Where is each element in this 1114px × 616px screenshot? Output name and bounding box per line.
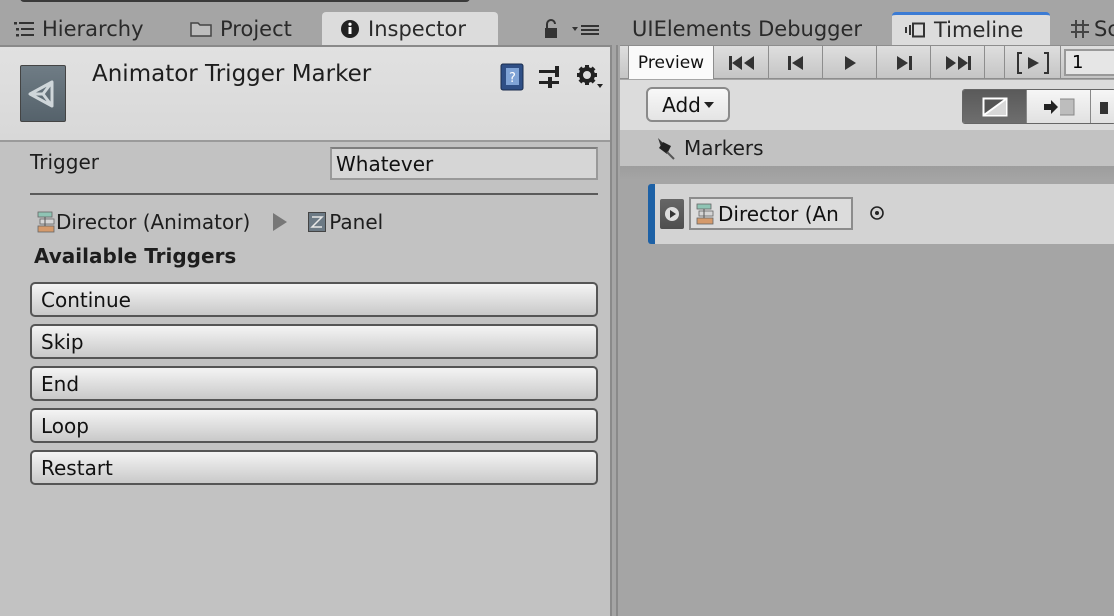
ripple-edit-icon <box>1043 98 1074 115</box>
trigger-button-end[interactable]: End <box>30 366 598 401</box>
pin-icon <box>654 136 676 160</box>
lock-toggle[interactable] <box>1091 90 1114 123</box>
markers-label: Markers <box>684 136 764 160</box>
arrow-right-icon <box>272 212 288 232</box>
track-binding-label: Director (An <box>718 201 839 226</box>
lock-small-icon <box>1100 101 1108 114</box>
add-label: Add <box>662 92 701 117</box>
trigger-button-continue[interactable]: Continue <box>30 282 598 317</box>
timeline-toolbar: Preview <box>620 45 1114 79</box>
trigger-button-restart[interactable]: Restart <box>30 450 598 485</box>
curves-toggle[interactable] <box>963 90 1027 123</box>
ripple-toggle[interactable] <box>1027 90 1091 123</box>
info-icon <box>340 19 360 39</box>
trigger-label: Trigger <box>30 150 99 174</box>
inspector-title: Animator Trigger Marker <box>92 61 372 87</box>
play-circle-icon <box>665 207 679 221</box>
animation-state-icon <box>308 212 327 232</box>
tab-label: Sc <box>1094 16 1114 41</box>
go-to-start-button[interactable] <box>715 46 769 79</box>
preview-toggle[interactable]: Preview <box>628 46 714 79</box>
available-triggers-heading: Available Triggers <box>34 244 237 268</box>
tab-project[interactable]: Project <box>190 12 292 45</box>
trigger-button-loop[interactable]: Loop <box>30 408 598 443</box>
skip-to-end-icon <box>945 55 971 70</box>
trigger-button-skip[interactable]: Skip <box>30 324 598 359</box>
timeline-subtoolbar: Add <box>620 80 1114 130</box>
toolbar-spacer <box>985 46 1005 79</box>
animator-controller-icon <box>36 210 56 234</box>
panel-splitter[interactable] <box>610 45 620 616</box>
play-range-icon <box>1016 51 1049 74</box>
divider <box>30 193 598 195</box>
folder-icon <box>190 20 212 37</box>
inspector-panel: Animator Trigger Marker ? Trigger Whatev… <box>0 45 612 616</box>
header-icons: ? <box>500 63 604 95</box>
svg-text:?: ? <box>509 71 516 86</box>
track-play-button[interactable] <box>660 199 684 229</box>
hierarchy-list-icon <box>14 21 34 37</box>
view-mode-toggle <box>962 89 1114 124</box>
timeline-panel: Preview Add <box>620 45 1114 616</box>
track-binding-field[interactable]: Director (An <box>689 197 853 230</box>
left-tabbar: Hierarchy Project Inspector <box>0 12 612 45</box>
lock-icon[interactable] <box>543 18 559 44</box>
play-button[interactable] <box>823 46 877 79</box>
path-source: Director (Animator) <box>56 210 251 234</box>
right-tabbar: UIElements Debugger Timeline Sc <box>620 12 1114 45</box>
add-track-button[interactable]: Add <box>646 87 730 122</box>
animator-path: Director (Animator) Panel <box>36 207 383 237</box>
presets-icon[interactable] <box>538 65 562 93</box>
tab-label: UIElements Debugger <box>632 16 863 41</box>
unity-editor: Hierarchy Project Inspector UIElements D… <box>0 0 1114 616</box>
trigger-field-row: Trigger <box>30 147 598 183</box>
tab-timeline[interactable]: Timeline <box>892 12 1050 45</box>
tab-uielements-debugger[interactable]: UIElements Debugger <box>632 12 862 45</box>
go-to-end-button[interactable] <box>931 46 985 79</box>
tab-label: Hierarchy <box>42 16 144 41</box>
animation-track[interactable]: Director (An <box>648 184 1114 244</box>
markers-header[interactable]: Markers <box>620 130 1114 166</box>
next-frame-button[interactable] <box>877 46 931 79</box>
window-edge <box>20 0 470 2</box>
markers-shadow <box>620 166 1114 180</box>
step-back-icon <box>787 55 803 70</box>
animator-controller-icon <box>695 202 715 226</box>
gear-menu-icon[interactable] <box>576 64 604 94</box>
trigger-input[interactable] <box>330 147 598 180</box>
help-book-icon[interactable]: ? <box>500 63 524 95</box>
previous-frame-button[interactable] <box>769 46 823 79</box>
panel-menu-icon[interactable] <box>572 22 600 41</box>
tab-hierarchy[interactable]: Hierarchy <box>14 12 144 45</box>
path-target: Panel <box>329 210 384 234</box>
tab-inspector[interactable]: Inspector <box>322 12 498 45</box>
skip-to-start-icon <box>728 55 754 70</box>
timeline-icon <box>904 22 926 38</box>
curves-icon <box>982 97 1007 116</box>
dropdown-arrow-icon <box>703 101 714 108</box>
frame-input[interactable] <box>1064 49 1114 76</box>
grid-icon <box>1070 19 1090 39</box>
play-icon <box>844 55 856 70</box>
unity-logo-icon <box>20 65 66 122</box>
tab-scene[interactable]: Sc <box>1070 12 1114 45</box>
object-picker-icon[interactable] <box>869 205 885 221</box>
step-forward-icon <box>896 55 912 70</box>
tab-label: Inspector <box>368 16 466 41</box>
tab-label: Timeline <box>934 18 1024 42</box>
inspector-header: Animator Trigger Marker ? <box>0 47 612 142</box>
play-range-button[interactable] <box>1005 46 1061 79</box>
tab-label: Project <box>220 16 292 41</box>
